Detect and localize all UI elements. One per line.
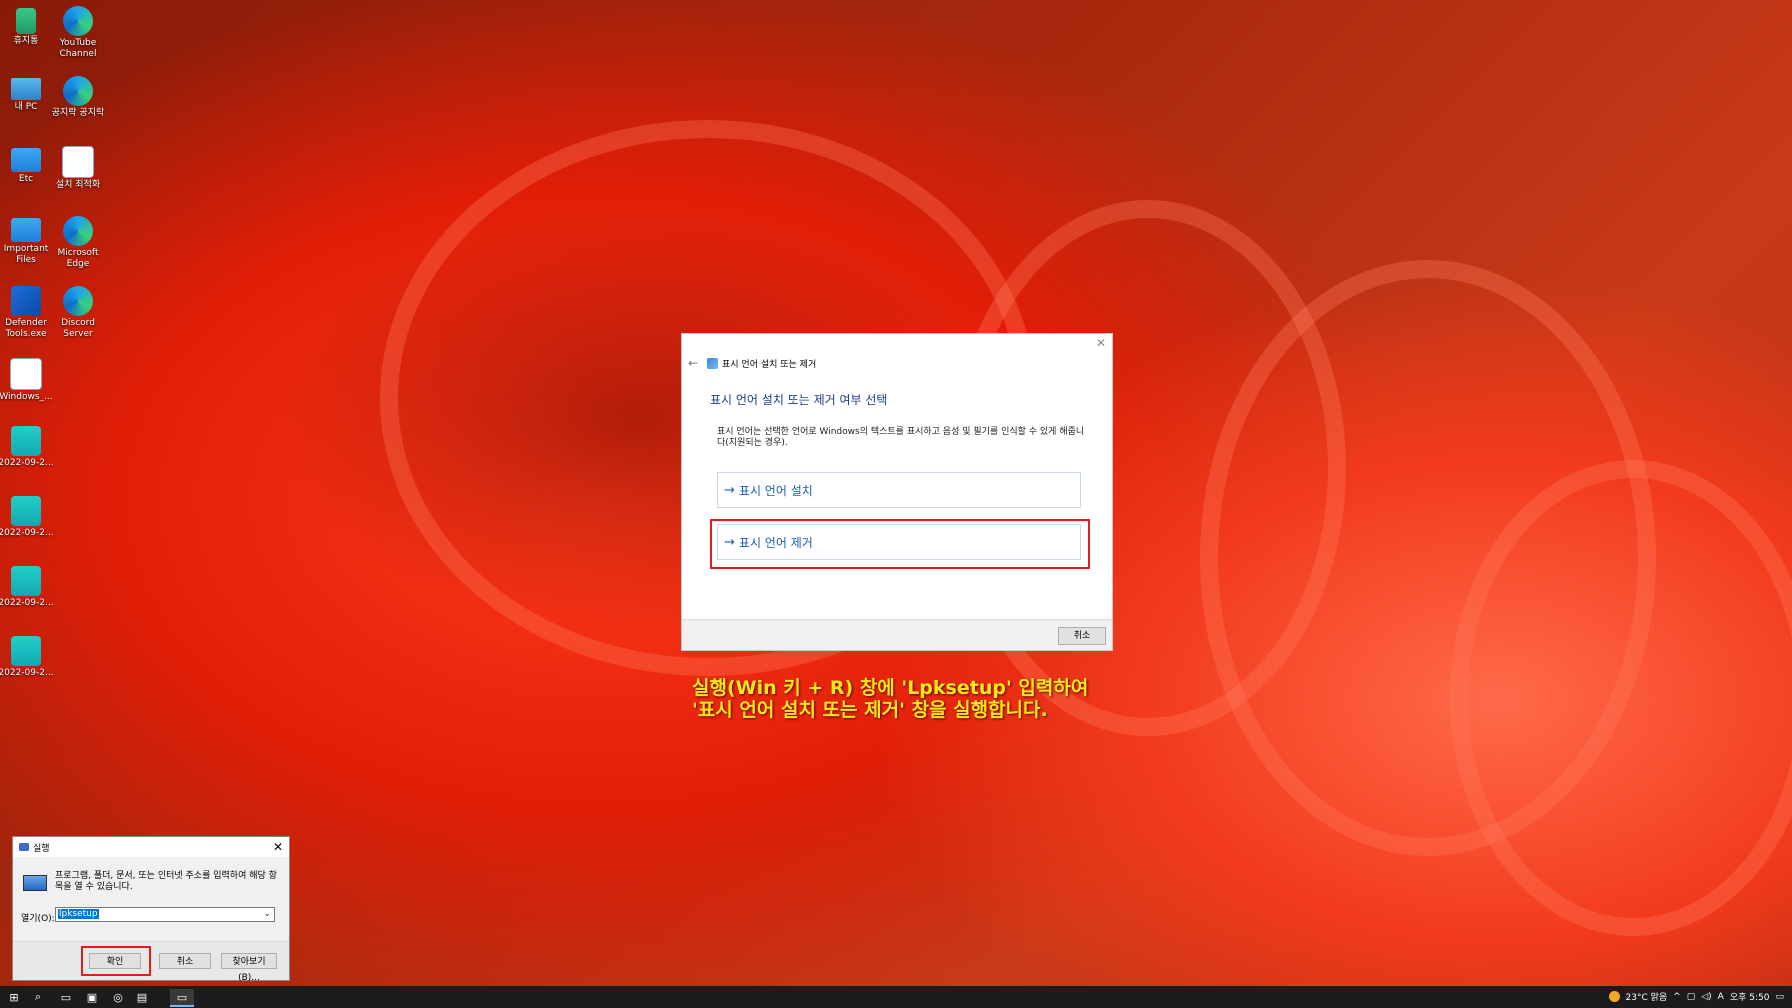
desktop-icon-image-1[interactable]: 2022-09-2...	[0, 426, 54, 469]
desktop-icon-etc[interactable]: Etc	[0, 148, 54, 185]
weather-sun-icon	[1608, 991, 1620, 1002]
desktop-icon-discord[interactable]: Discord Server	[50, 286, 106, 340]
dialog-title-bar: 표시 언어 설치 또는 제거	[707, 357, 816, 370]
run-command-input[interactable]: lpksetup ⌄	[55, 907, 275, 922]
input-value: lpksetup	[58, 909, 99, 919]
desktop-icon-youtube[interactable]: YouTube Channel	[50, 6, 106, 60]
desktop-icon-defender-tools[interactable]: Defender Tools.exe	[0, 286, 54, 340]
notification-icon[interactable]: ▭	[1775, 992, 1784, 1002]
desktop-icon-microsoft-edge[interactable]: Microsoft Edge	[50, 216, 106, 270]
recycle-bin-icon	[16, 8, 36, 34]
edge-icon[interactable]: ◎	[110, 989, 126, 1005]
desktop-icon-image-2[interactable]: 2022-09-2...	[0, 496, 54, 539]
settings-icon	[62, 146, 94, 178]
image-icon	[11, 566, 41, 596]
chevron-up-icon[interactable]: ^	[1673, 992, 1681, 1002]
browse-button[interactable]: 찾아보기(B)...	[221, 953, 277, 983]
folder-icon	[11, 218, 41, 242]
desktop-icon-image-4[interactable]: 2022-09-2...	[0, 636, 54, 679]
clock[interactable]: 오후 5:50	[1730, 990, 1770, 1003]
dialog-title: 표시 언어 설치 또는 제거	[722, 360, 817, 370]
edge-icon	[63, 76, 93, 106]
run-title-bar: 실행 ✕	[13, 837, 289, 857]
cancel-button[interactable]: 취소	[1058, 627, 1106, 645]
image-icon	[11, 636, 41, 666]
edge-icon	[63, 286, 93, 316]
start-icon[interactable]: ⊞	[6, 989, 22, 1005]
calculator-icon[interactable]: ▣	[84, 989, 100, 1005]
dialog-footer: 취소	[682, 619, 1112, 650]
caption-line-2: '표시 언어 설치 또는 제거' 창을 실행합니다.	[692, 699, 1048, 721]
highlight-box	[710, 519, 1090, 569]
image-icon	[11, 496, 41, 526]
shield-icon	[11, 286, 41, 316]
run-title: 실행	[33, 843, 50, 854]
dialog-heading: 표시 언어 설치 또는 제거 여부 선택	[710, 393, 888, 407]
edge-icon	[63, 6, 93, 36]
desktop-icon-recycle-bin[interactable]: 휴지통	[0, 8, 54, 47]
run-footer: 확인 취소 찾아보기(B)...	[13, 941, 289, 983]
close-icon[interactable]: ✕	[273, 840, 283, 854]
highlight-box	[81, 946, 151, 976]
run-description: 프로그램, 폴더, 문서, 또는 인터넷 주소를 입력하여 해당 항목을 열 수…	[55, 871, 277, 892]
network-icon[interactable]: ▢	[1687, 992, 1696, 1002]
desktop-icon-my-pc[interactable]: 내 PC	[0, 78, 54, 113]
run-app-icon	[23, 875, 47, 891]
run-taskbar-icon[interactable]: ▭	[170, 989, 194, 1007]
dialog-description: 표시 언어는 선택한 언어로 Windows의 텍스트를 표시하고 음성 및 필…	[717, 427, 1085, 448]
image-icon	[11, 426, 41, 456]
arrow-right-icon: →	[724, 482, 735, 498]
lpksetup-dialog: ✕ ← 표시 언어 설치 또는 제거 표시 언어 설치 또는 제거 여부 선택 …	[681, 333, 1113, 651]
install-option-label: 표시 언어 설치	[738, 483, 813, 498]
desktop-icon-image-3[interactable]: 2022-09-2...	[0, 566, 54, 609]
edge-icon	[63, 216, 93, 246]
desktop-icon-windows[interactable]: Windows_...	[0, 358, 54, 403]
weather-text[interactable]: 23°C 맑음	[1626, 990, 1668, 1003]
wallpaper-petal	[1450, 460, 1792, 936]
desktop-icon-important-files[interactable]: Important Files	[0, 218, 54, 266]
settings-icon	[10, 358, 42, 390]
control-panel-icon[interactable]: ▤	[134, 989, 150, 1005]
language-icon	[707, 358, 718, 369]
cancel-button[interactable]: 취소	[159, 953, 211, 969]
open-label: 열기(O):	[21, 914, 55, 924]
caption-line-1: 실행(Win 키 + R) 창에 'Lpksetup' 입력하여	[692, 677, 1089, 699]
back-arrow-icon[interactable]: ←	[688, 356, 698, 370]
desktop-icon-setup[interactable]: 설치 최적화	[50, 146, 106, 191]
instruction-caption: 실행(Win 키 + R) 창에 'Lpksetup' 입력하여 '표시 언어 …	[692, 677, 1088, 721]
computer-icon	[11, 78, 41, 100]
ime-indicator[interactable]: A	[1718, 992, 1724, 1002]
search-icon[interactable]: ⌕	[30, 989, 46, 1005]
close-icon[interactable]: ✕	[1096, 336, 1106, 350]
folder-icon	[11, 148, 41, 172]
run-dialog: 실행 ✕ 프로그램, 폴더, 문서, 또는 인터넷 주소를 입력하여 해당 항목…	[12, 836, 290, 983]
desktop-icon-edge-shortcut[interactable]: 공지락 공지락	[50, 76, 106, 119]
install-display-language-option[interactable]: → 표시 언어 설치	[717, 472, 1081, 508]
run-icon	[19, 843, 29, 851]
volume-icon[interactable]: ◁)	[1701, 992, 1711, 1002]
file-explorer-icon[interactable]: ▭	[58, 989, 74, 1005]
taskbar: ⊞ ⌕ ▭ ▣ ◎ ▤ ▭ 23°C 맑음 ^ ▢ ◁) A 오후 5:50 ▭	[0, 986, 1792, 1008]
chevron-down-icon[interactable]: ⌄	[263, 908, 271, 921]
system-tray: 23°C 맑음 ^ ▢ ◁) A 오후 5:50 ▭	[1608, 990, 1784, 1003]
